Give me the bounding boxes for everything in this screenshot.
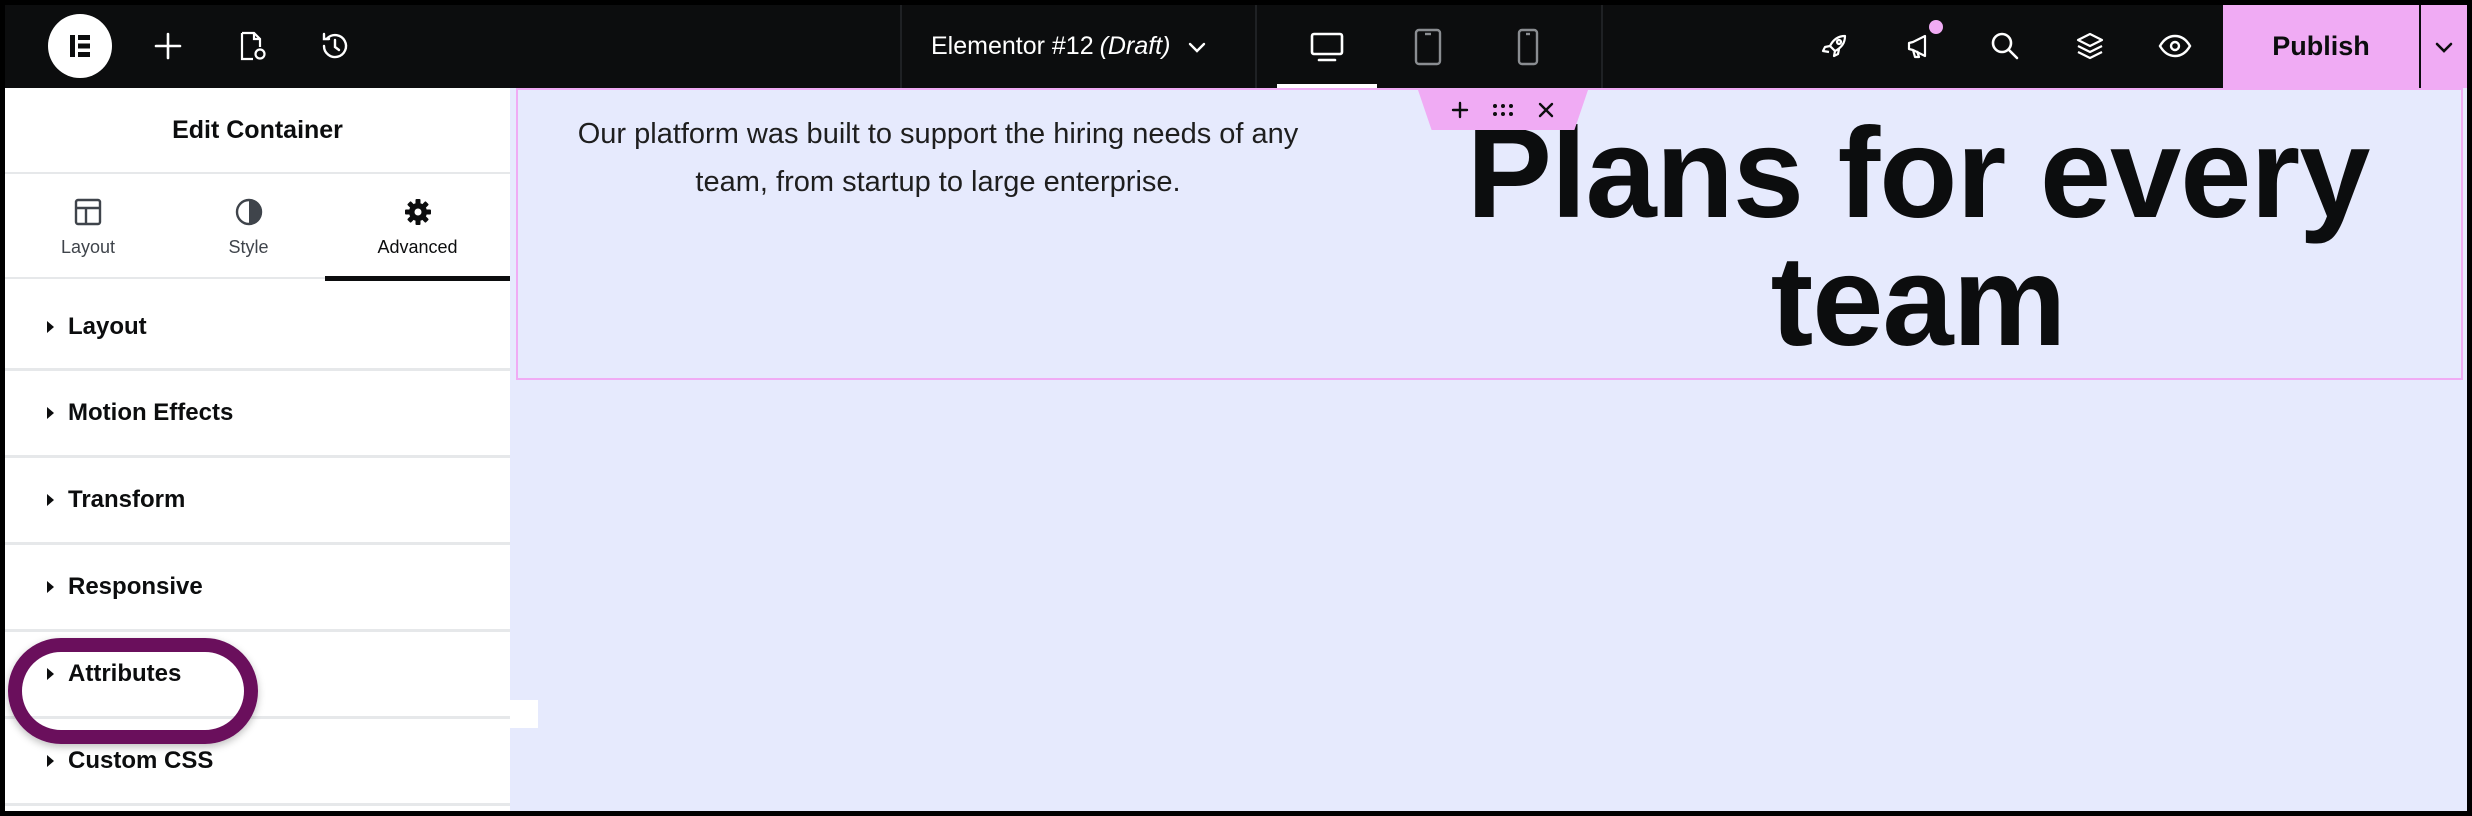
tab-layout[interactable]: Layout xyxy=(5,175,171,279)
section-custom-css[interactable]: Custom CSS xyxy=(5,719,510,806)
section-transform[interactable]: Transform xyxy=(5,458,510,545)
document-status: (Draft) xyxy=(1099,32,1171,60)
tab-label: Advanced xyxy=(377,236,458,257)
divider xyxy=(1255,5,1257,88)
description-text: Our platform was built to support the hi… xyxy=(577,118,1299,198)
tab-label: Style xyxy=(228,236,269,257)
preview-canvas: Our platform was built to support the hi… xyxy=(510,88,2467,811)
section-label: Attributes xyxy=(68,660,182,687)
selected-container[interactable]: Our platform was built to support the hi… xyxy=(516,88,2463,380)
layers-icon[interactable] xyxy=(2065,21,2115,71)
layout-icon xyxy=(74,198,102,225)
chevron-down-icon xyxy=(1189,42,1206,53)
panel-title: Edit Container xyxy=(5,88,510,174)
caret-right-icon xyxy=(47,320,54,333)
rocket-icon[interactable] xyxy=(1810,21,1860,71)
panel-tabs: Layout Style Advanced xyxy=(5,175,510,281)
eye-icon[interactable] xyxy=(2150,21,2200,71)
history-icon[interactable] xyxy=(310,21,360,71)
divider xyxy=(900,5,902,88)
chevron-down-icon xyxy=(2435,42,2453,53)
notification-dot xyxy=(1929,20,1943,34)
section-motion-effects[interactable]: Motion Effects xyxy=(5,371,510,458)
section-layout[interactable]: Layout xyxy=(5,285,510,371)
section-label: Custom CSS xyxy=(68,747,214,774)
caret-right-icon xyxy=(47,494,54,506)
caret-right-icon xyxy=(47,407,54,419)
document-title: Elementor #12 xyxy=(931,32,1094,60)
desktop-view-button[interactable] xyxy=(1277,17,1377,89)
section-attributes[interactable]: Attributes xyxy=(5,632,510,719)
mobile-view-button[interactable] xyxy=(1478,17,1578,77)
divider xyxy=(1601,5,1603,88)
caret-right-icon xyxy=(47,668,54,680)
headline-text: Plans for every team xyxy=(1466,102,2371,373)
tab-advanced[interactable]: Advanced xyxy=(325,175,510,281)
close-icon[interactable] xyxy=(1537,101,1555,119)
caret-right-icon xyxy=(47,581,54,593)
section-label: Motion Effects xyxy=(68,399,234,426)
editor-panel: Edit Container Layout Style Advanced Lay… xyxy=(5,88,510,811)
section-label: Transform xyxy=(68,486,186,513)
container-handle[interactable] xyxy=(1418,90,1588,130)
search-icon[interactable] xyxy=(1980,21,2030,71)
section-label: Layout xyxy=(68,312,147,340)
tablet-view-button[interactable] xyxy=(1378,17,1478,77)
section-label: Responsive xyxy=(68,573,203,600)
add-icon[interactable] xyxy=(1451,101,1469,119)
add-icon[interactable] xyxy=(143,21,193,71)
mobile-icon xyxy=(1517,28,1539,66)
top-bar: Elementor #12 (Draft) Publish xyxy=(5,5,2467,89)
tab-style[interactable]: Style xyxy=(171,175,326,279)
document-title-dropdown[interactable]: Elementor #12 (Draft) xyxy=(931,5,1251,88)
caret-right-icon xyxy=(47,755,54,767)
section-responsive[interactable]: Responsive xyxy=(5,545,510,632)
editor-window: Elementor #12 (Draft) Publish Edit Conta… xyxy=(5,5,2467,811)
desktop-icon xyxy=(1310,32,1344,62)
elementor-logo-icon[interactable] xyxy=(48,14,112,78)
publish-options-button[interactable] xyxy=(2421,5,2467,88)
tablet-icon xyxy=(1414,28,1442,66)
tab-label: Layout xyxy=(60,236,116,257)
style-icon xyxy=(235,198,262,225)
advanced-sections: Layout Motion Effects Transform Responsi… xyxy=(5,308,510,806)
gear-icon xyxy=(404,198,431,225)
page-settings-icon[interactable] xyxy=(227,21,277,71)
drag-handle-icon[interactable] xyxy=(1491,102,1515,118)
publish-button[interactable]: Publish xyxy=(2223,5,2419,88)
